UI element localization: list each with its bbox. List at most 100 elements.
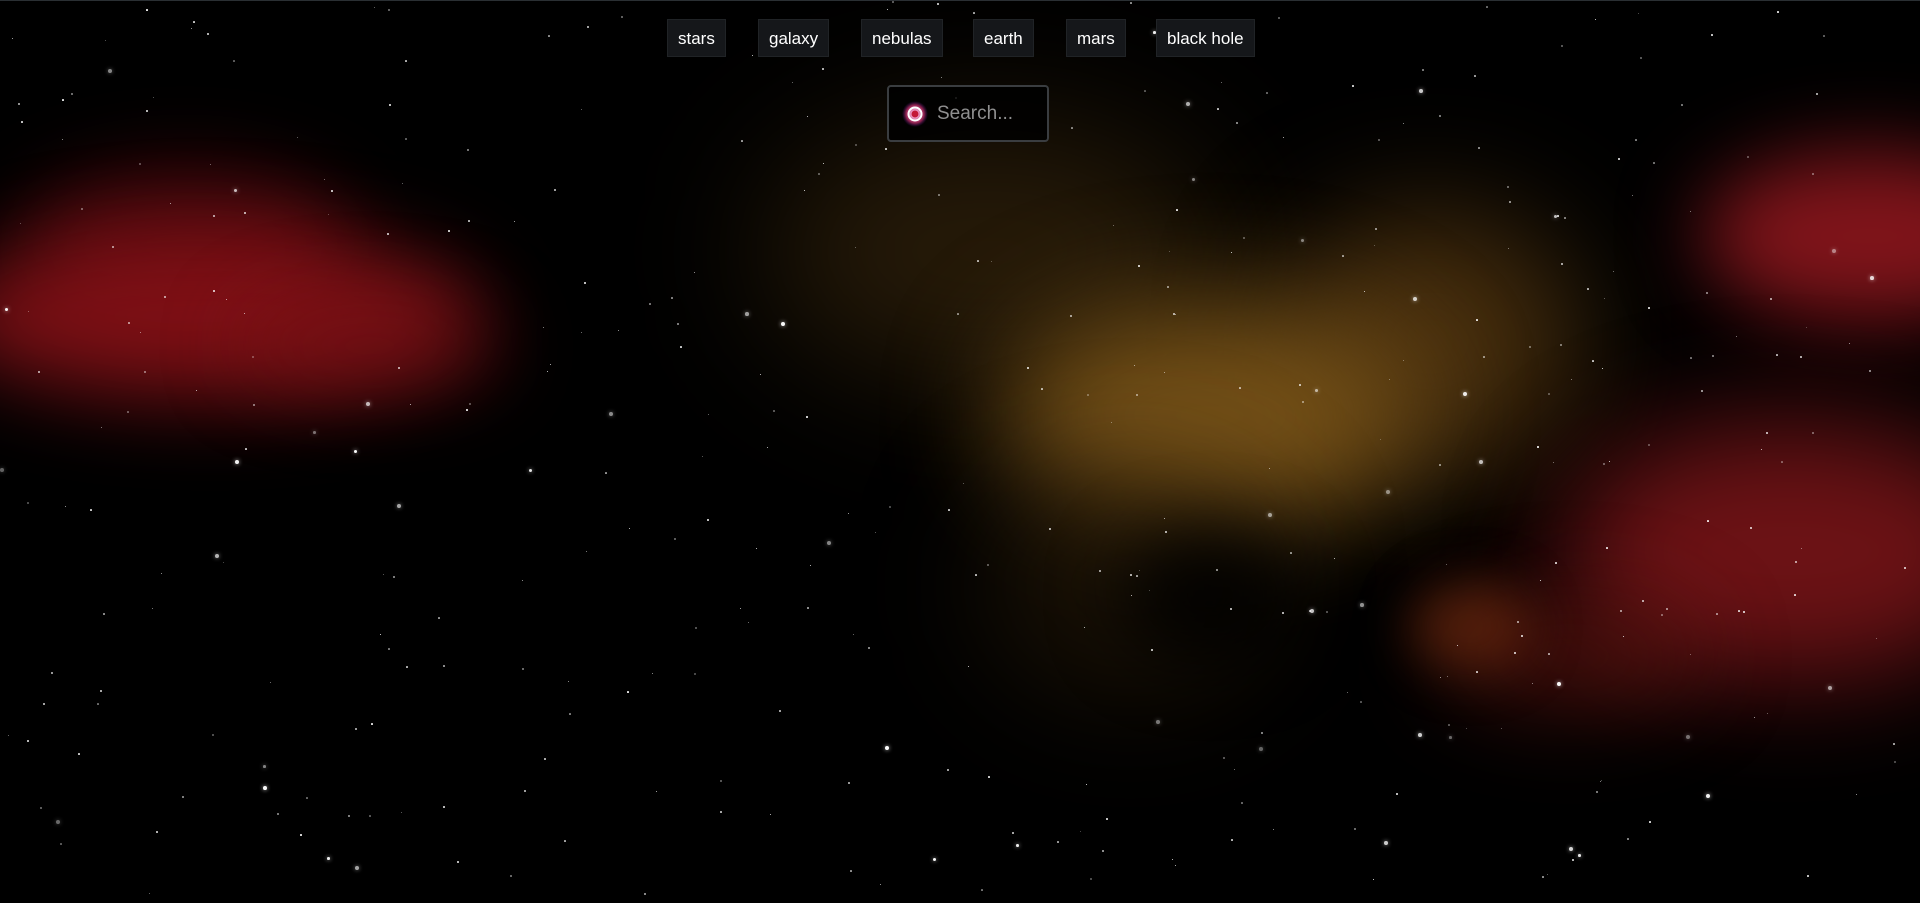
star [313, 431, 316, 434]
star [810, 565, 812, 567]
star [1375, 228, 1378, 231]
star [196, 390, 198, 392]
star [1403, 360, 1404, 361]
star [1596, 791, 1599, 794]
top-navigation: stars galaxy nebulas earth mars black ho… [0, 19, 1920, 59]
star [1555, 562, 1557, 564]
star [1269, 468, 1271, 470]
star [1893, 743, 1895, 745]
star [65, 506, 67, 508]
star [1239, 387, 1241, 389]
star [822, 68, 824, 70]
star [1175, 314, 1177, 316]
star [1310, 609, 1315, 614]
star [875, 532, 877, 534]
star [1795, 561, 1797, 563]
star [1540, 580, 1542, 582]
search-box[interactable] [887, 85, 1049, 142]
star [51, 672, 54, 675]
star [467, 149, 470, 152]
star [1373, 879, 1375, 881]
star [1231, 839, 1233, 841]
star [18, 103, 20, 105]
star [850, 870, 852, 872]
star [1266, 92, 1268, 94]
nav-button-earth[interactable]: earth [973, 19, 1034, 57]
nebula-cloud-gold [1280, 211, 1580, 471]
star [987, 564, 990, 567]
star [1418, 733, 1422, 737]
nebula-cloud-amber [1410, 581, 1530, 671]
star [818, 173, 820, 175]
star [1113, 225, 1115, 227]
star [1507, 186, 1510, 189]
star [1138, 265, 1140, 267]
star [781, 322, 786, 327]
star [1736, 336, 1738, 338]
star [374, 7, 376, 9]
star [387, 233, 390, 236]
star [1169, 251, 1171, 253]
star [1175, 865, 1177, 867]
star [127, 411, 129, 413]
star [1547, 874, 1549, 876]
star [405, 138, 407, 140]
nebula-cloud-red [1440, 601, 1700, 711]
star [1192, 178, 1196, 182]
star [1151, 649, 1153, 651]
nav-button-nebulas[interactable]: nebulas [861, 19, 943, 57]
star [1334, 558, 1336, 560]
star [855, 247, 857, 249]
star [1767, 713, 1769, 715]
star [226, 299, 228, 301]
glowing-orb-icon[interactable] [901, 100, 929, 128]
star [366, 402, 371, 407]
star [233, 60, 235, 62]
star [1439, 115, 1441, 117]
star [1446, 564, 1448, 566]
star [779, 710, 781, 712]
star [510, 875, 512, 877]
star [1870, 276, 1874, 280]
star [1378, 139, 1381, 142]
star [355, 866, 360, 871]
star [406, 666, 408, 668]
star [1807, 875, 1809, 877]
star [1479, 460, 1484, 465]
star [438, 617, 440, 619]
nav-button-black-hole[interactable]: black hole [1156, 19, 1255, 57]
star [720, 780, 722, 782]
star [1690, 211, 1692, 213]
search-input[interactable] [937, 98, 1041, 129]
star [741, 140, 743, 142]
star [694, 272, 696, 274]
star [853, 634, 855, 636]
star [1268, 513, 1272, 517]
star [139, 163, 142, 166]
star [1413, 297, 1418, 302]
star [948, 509, 950, 511]
star [770, 814, 772, 816]
star [1049, 528, 1052, 531]
star [1216, 569, 1219, 572]
star [1554, 215, 1558, 219]
star [144, 371, 147, 374]
star [1690, 357, 1692, 359]
nav-button-mars[interactable]: mars [1066, 19, 1126, 57]
star [1165, 531, 1168, 534]
nav-button-galaxy[interactable]: galaxy [758, 19, 830, 57]
star [397, 504, 402, 509]
star [695, 627, 697, 629]
star [745, 312, 749, 316]
star [1609, 461, 1611, 463]
star [1354, 828, 1357, 831]
star [1681, 104, 1683, 106]
star [529, 469, 533, 473]
star [71, 93, 74, 96]
nav-button-stars[interactable]: stars [667, 19, 726, 57]
star [933, 858, 937, 862]
star [1904, 567, 1907, 570]
star [1478, 147, 1480, 149]
star [468, 220, 470, 222]
star [756, 548, 758, 550]
